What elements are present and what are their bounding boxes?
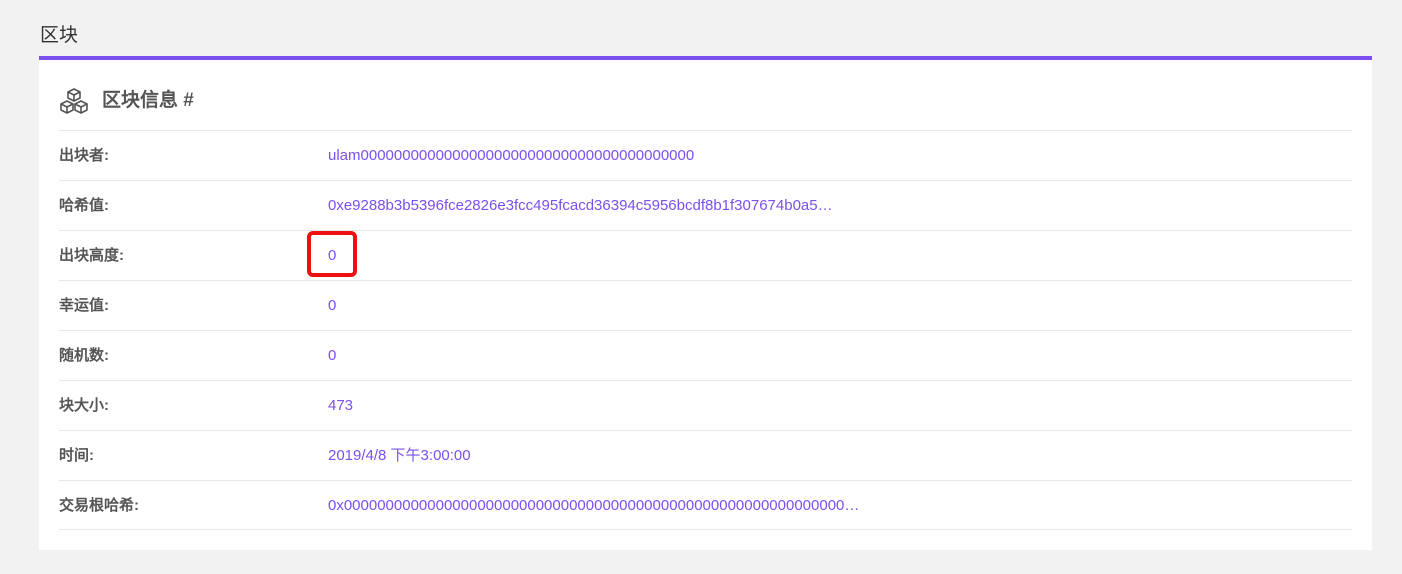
- nonce-value[interactable]: 0: [328, 331, 336, 381]
- page-title: 区块: [40, 25, 79, 46]
- info-row-producer: 出块者: ulam0000000000000000000000000000000…: [59, 130, 1352, 180]
- height-value[interactable]: 0: [328, 231, 336, 281]
- info-row-time: 时间: 2019/4/8 下午3:00:00: [59, 430, 1352, 480]
- nonce-label: 随机数:: [59, 347, 109, 364]
- block-info-list: 出块者: ulam0000000000000000000000000000000…: [59, 130, 1352, 530]
- info-row-size: 块大小: 473: [59, 380, 1352, 430]
- time-value[interactable]: 2019/4/8 下午3:00:00: [328, 431, 471, 481]
- luck-value[interactable]: 0: [328, 281, 336, 331]
- time-label: 时间:: [59, 447, 94, 464]
- panel-title: 区块信息 #: [102, 90, 194, 111]
- tx-root-value[interactable]: 0x00000000000000000000000000000000000000…: [328, 481, 859, 531]
- tx-root-label: 交易根哈希:: [59, 497, 139, 514]
- info-row-hash: 哈希值: 0xe9288b3b5396fce2826e3fcc495fcacd3…: [59, 180, 1352, 230]
- hash-label: 哈希值:: [59, 197, 109, 214]
- height-label: 出块高度:: [59, 247, 124, 264]
- info-row-luck: 幸运值: 0: [59, 280, 1352, 330]
- panel-header: 区块信息 #: [59, 86, 194, 116]
- info-row-nonce: 随机数: 0: [59, 330, 1352, 380]
- size-label: 块大小:: [59, 397, 109, 414]
- hash-value[interactable]: 0xe9288b3b5396fce2826e3fcc495fcacd36394c…: [328, 181, 833, 231]
- block-info-panel: 区块信息 # 出块者: ulam000000000000000000000000…: [39, 56, 1372, 550]
- info-row-tx-root: 交易根哈希: 0x0000000000000000000000000000000…: [59, 480, 1352, 530]
- info-row-height: 出块高度: 0: [59, 230, 1352, 280]
- producer-value[interactable]: ulam000000000000000000000000000000000000…: [328, 131, 694, 181]
- size-value[interactable]: 473: [328, 381, 353, 431]
- producer-label: 出块者:: [59, 147, 109, 164]
- cubes-icon: [59, 87, 89, 115]
- luck-label: 幸运值:: [59, 297, 109, 314]
